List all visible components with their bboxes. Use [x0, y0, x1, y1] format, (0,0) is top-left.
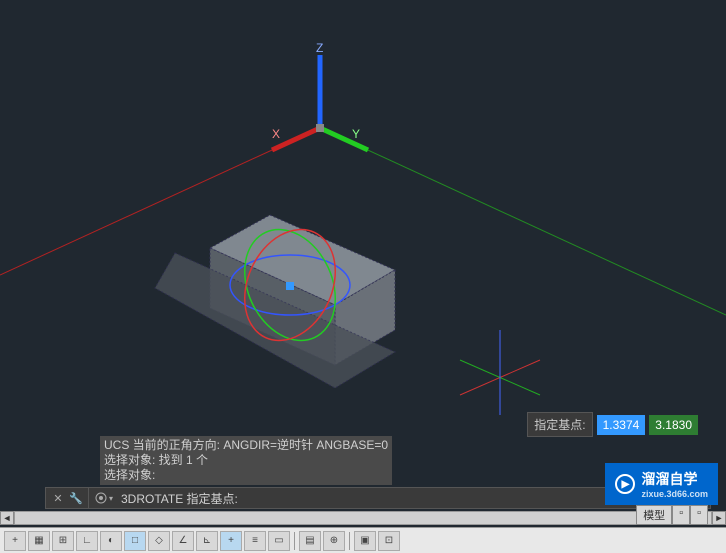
lwt-icon[interactable]: ≡ [244, 531, 266, 551]
ucs-axes: Z X Y [272, 41, 368, 150]
tab-layout1[interactable]: ▫ [672, 505, 690, 525]
divider [349, 532, 350, 550]
command-prompt[interactable]: 3DROTATE 指定基点: [113, 490, 688, 507]
tab-layout2[interactable]: ▫ [690, 505, 708, 525]
svg-text:Z: Z [316, 41, 323, 55]
wrench-icon[interactable]: 🔧 [68, 490, 84, 506]
grid-icon[interactable]: ▦ [28, 531, 50, 551]
layout-tabs: 模型 ▫ ▫ [636, 505, 708, 525]
tooltip-label: 指定基点: [527, 412, 592, 437]
snap-cursor-icon[interactable]: + [4, 531, 26, 551]
scroll-left-icon[interactable]: ◄ [0, 511, 14, 525]
otrack-icon[interactable]: ∠ [172, 531, 194, 551]
play-icon: ▶ [615, 474, 635, 494]
tooltip-value-2: 3.1830 [649, 415, 698, 435]
scene-svg: Z X Y [0, 0, 726, 480]
tpy-icon[interactable]: ▭ [268, 531, 290, 551]
svg-text:Y: Y [352, 127, 360, 141]
3dosnap-icon[interactable]: ◇ [148, 531, 170, 551]
model-icon[interactable]: ▣ [354, 531, 376, 551]
divider [294, 532, 295, 550]
svg-text:X: X [272, 127, 280, 141]
sc-icon[interactable]: ⊕ [323, 531, 345, 551]
cmd-history-line: 选择对象: [104, 468, 388, 483]
polar-icon[interactable]: ◐ [100, 531, 122, 551]
anno-icon[interactable]: ⊡ [378, 531, 400, 551]
watermark-url: zixue.3d66.com [641, 489, 708, 499]
tab-model[interactable]: 模型 [636, 505, 672, 525]
close-icon[interactable]: ✕ [50, 490, 66, 506]
qp-icon[interactable]: ▤ [299, 531, 321, 551]
scroll-right-icon[interactable]: ► [712, 511, 726, 525]
dyn-icon[interactable]: + [220, 531, 242, 551]
coord-tooltip: 指定基点: 1.3374 3.1830 [527, 412, 698, 437]
cmd-bar-buttons: ✕ 🔧 [46, 488, 89, 508]
tooltip-value-1[interactable]: 1.3374 [597, 415, 646, 435]
cmd-history-line: UCS 当前的正角方向: ANGDIR=逆时针 ANGBASE=0 [104, 438, 388, 453]
watermark-brand: 溜溜自学 [641, 469, 708, 489]
watermark-logo: ▶ 溜溜自学 zixue.3d66.com [605, 463, 718, 505]
box-object[interactable] [155, 215, 395, 388]
gear-icon[interactable]: ▾ [93, 488, 113, 508]
ortho-icon[interactable]: ∟ [76, 531, 98, 551]
cursor-crosshair [460, 330, 540, 415]
scrollbar-thumb[interactable] [14, 511, 712, 525]
scrollbar-horizontal[interactable]: ◄ ► [0, 511, 726, 525]
status-bar: + ▦ ⊞ ∟ ◐ □ ◇ ∠ ⊾ + ≡ ▭ ▤ ⊕ ▣ ⊡ [0, 527, 726, 553]
command-history: UCS 当前的正角方向: ANGDIR=逆时针 ANGBASE=0 选择对象: … [100, 436, 392, 485]
snap-mode-icon[interactable]: ⊞ [52, 531, 74, 551]
osnap-icon[interactable]: □ [124, 531, 146, 551]
cmd-history-line: 选择对象: 找到 1 个 [104, 453, 388, 468]
ducs-icon[interactable]: ⊾ [196, 531, 218, 551]
